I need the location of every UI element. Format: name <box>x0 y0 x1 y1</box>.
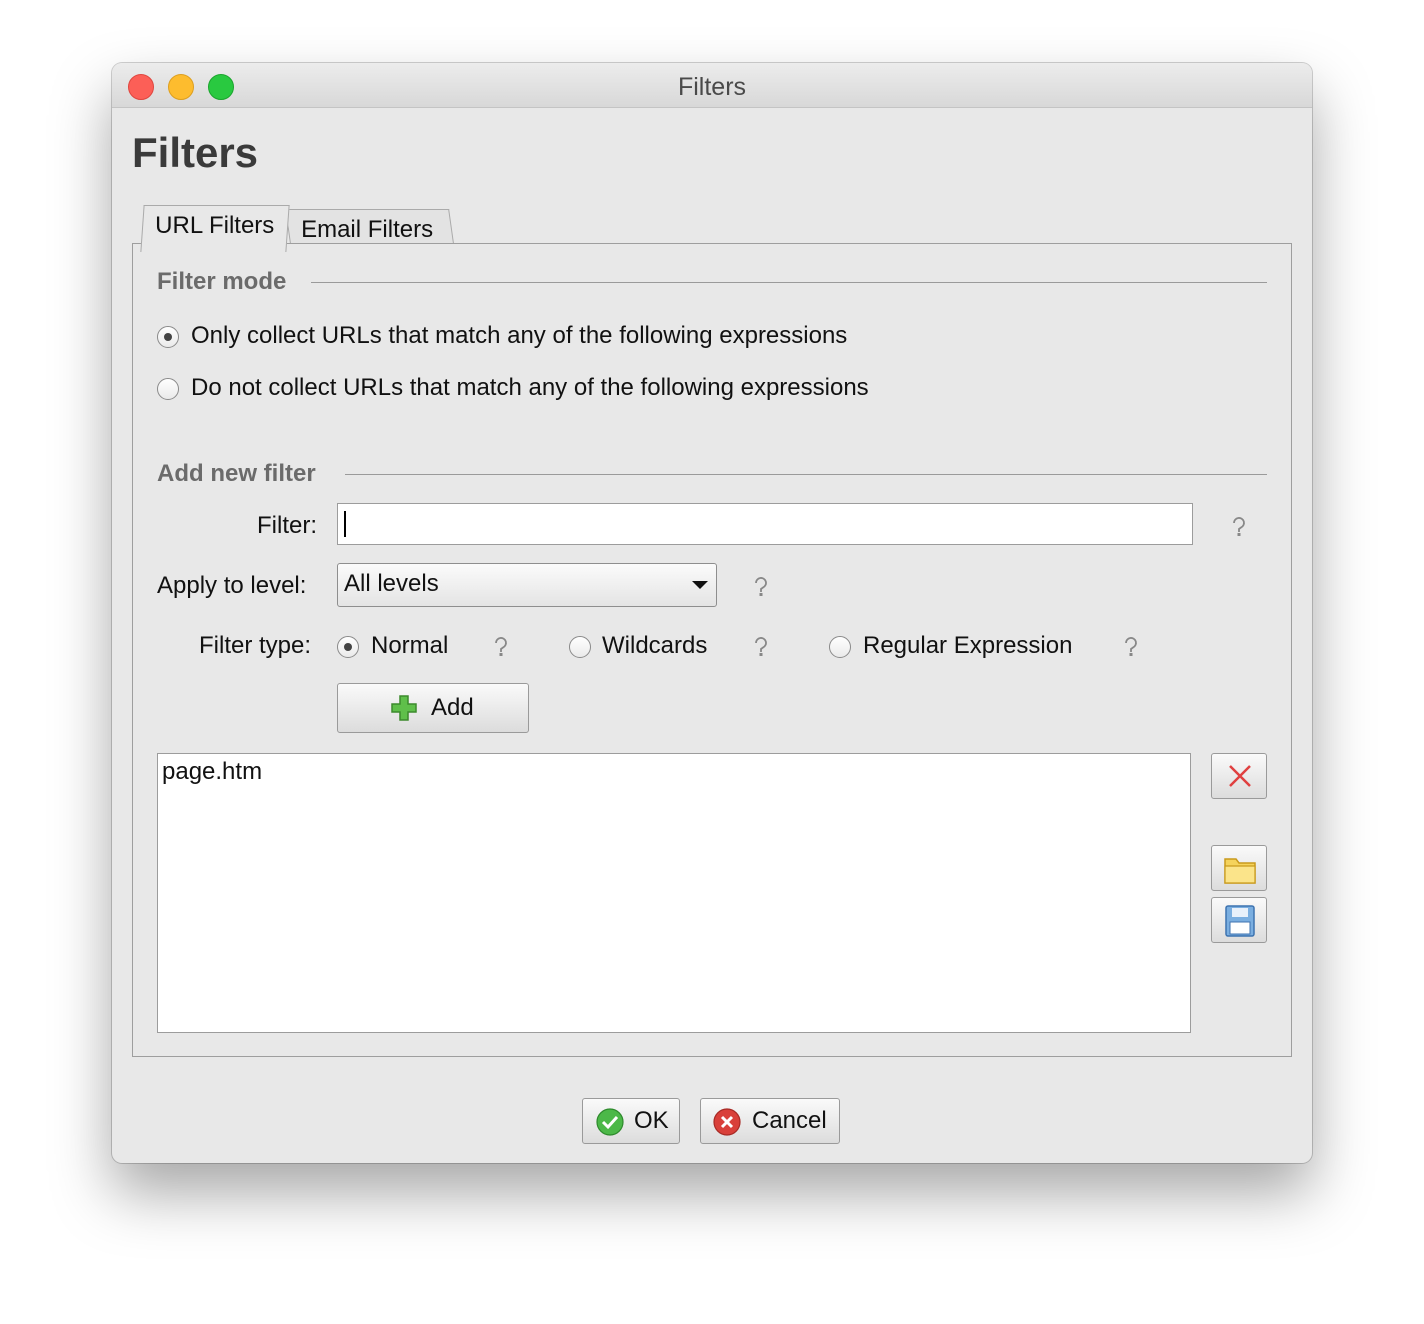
add-filter-divider <box>345 474 1267 475</box>
mode-do-not-collect-radio[interactable] <box>157 378 179 400</box>
dialog-heading: Filters <box>132 129 259 176</box>
checkmark-icon <box>595 1107 625 1144</box>
chevron-down-icon <box>692 581 708 589</box>
add-filter-title: Add new filter <box>157 460 316 487</box>
save-filters-button[interactable] <box>1211 897 1267 943</box>
type-regex-label[interactable]: Regular Expression <box>863 632 1072 660</box>
level-select[interactable]: All levels <box>337 563 717 607</box>
ok-button-label: OK <box>634 1107 669 1134</box>
delete-filter-button[interactable] <box>1211 753 1267 799</box>
regex-help-icon[interactable] <box>1122 636 1140 658</box>
filter-help-icon[interactable] <box>1230 516 1248 538</box>
wildcards-help-icon[interactable] <box>752 636 770 658</box>
filter-mode-divider <box>311 282 1267 283</box>
level-help-icon[interactable] <box>752 576 770 598</box>
filters-list[interactable]: page.htm <box>157 753 1191 1033</box>
floppy-disk-icon <box>1224 904 1256 943</box>
tab-email-filters-label: Email Filters <box>301 216 434 243</box>
filters-window: Filters Filters URL Filters Email Filter… <box>112 63 1312 1163</box>
mode-only-collect-label[interactable]: Only collect URLs that match any of the … <box>191 322 847 350</box>
text-caret <box>344 511 346 537</box>
red-x-icon <box>1227 763 1253 794</box>
type-wildcards-label[interactable]: Wildcards <box>602 632 707 660</box>
filter-label: Filter: <box>257 512 317 539</box>
ok-button[interactable]: OK <box>582 1098 680 1144</box>
tab-url-filters-label: URL Filters <box>155 212 275 239</box>
type-label: Filter type: <box>199 632 312 659</box>
url-filters-panel: Filter mode Only collect URLs that match… <box>132 243 1292 1057</box>
open-filters-button[interactable] <box>1211 845 1267 891</box>
cancel-button-label: Cancel <box>752 1107 827 1134</box>
list-item[interactable]: page.htm <box>162 758 262 786</box>
level-select-value: All levels <box>344 570 439 597</box>
title-bar: Filters <box>112 63 1312 108</box>
add-button-label: Add <box>431 694 474 721</box>
window-title: Filters <box>677 73 747 101</box>
type-normal-radio[interactable] <box>337 636 359 658</box>
type-regex-radio[interactable] <box>829 636 851 658</box>
normal-help-icon[interactable] <box>492 636 510 658</box>
type-wildcards-radio[interactable] <box>569 636 591 658</box>
cancel-button[interactable]: Cancel <box>700 1098 840 1144</box>
add-filter-button[interactable]: Add <box>337 683 529 733</box>
mode-do-not-collect-label[interactable]: Do not collect URLs that match any of th… <box>191 374 869 402</box>
type-normal-label[interactable]: Normal <box>371 632 448 660</box>
tab-url-filters[interactable]: URL Filters <box>140 205 290 252</box>
filter-mode-title: Filter mode <box>157 268 287 295</box>
filter-input[interactable] <box>337 503 1193 545</box>
level-label: Apply to level: <box>157 572 307 599</box>
green-plus-icon <box>390 694 418 729</box>
mode-only-collect-radio[interactable] <box>157 326 179 348</box>
cancel-icon <box>712 1107 742 1144</box>
folder-icon <box>1223 853 1257 890</box>
